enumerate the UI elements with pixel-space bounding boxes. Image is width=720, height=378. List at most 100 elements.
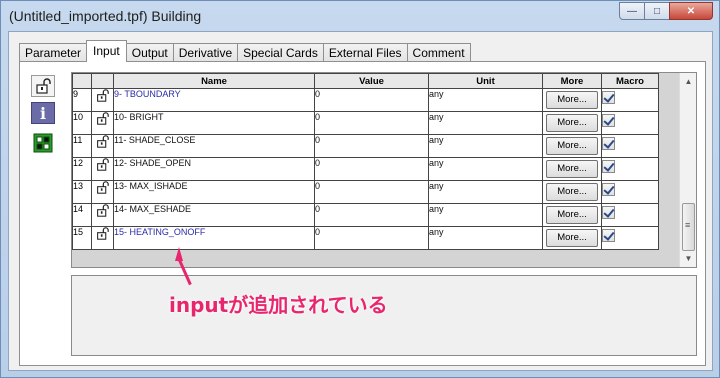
name-cell[interactable]: 13- MAX_ISHADE [113, 180, 315, 204]
macro-cell [601, 88, 659, 112]
macro-cell [601, 111, 659, 135]
more-button[interactable]: More... [546, 183, 598, 201]
macro-checkbox[interactable] [602, 91, 615, 104]
header-unit[interactable]: Unit [428, 73, 543, 89]
macro-checkbox[interactable] [602, 114, 615, 127]
more-cell: More... [542, 88, 602, 112]
more-button[interactable]: More... [546, 91, 598, 109]
table-row[interactable]: 13 13- MAX_ISHADE 0 any More... [72, 180, 659, 204]
unit-cell[interactable]: any [428, 111, 543, 135]
unit-cell[interactable]: any [428, 88, 543, 112]
maximize-button[interactable]: □ [644, 2, 670, 20]
more-cell: More... [542, 157, 602, 181]
row-lock-icon[interactable] [91, 226, 114, 250]
row-lock-icon[interactable] [91, 203, 114, 227]
table-row[interactable]: 12 12- SHADE_OPEN 0 any More... [72, 157, 659, 181]
macro-cell [601, 134, 659, 158]
row-lock-icon[interactable] [91, 134, 114, 158]
table-header-row: Name Value Unit More Macro [72, 73, 659, 89]
input-table: Name Value Unit More Macro 9 9- TBOUNDARY… [72, 73, 659, 250]
header-rownum [72, 73, 92, 89]
row-number: 11 [72, 134, 92, 158]
header-macro[interactable]: Macro [601, 73, 659, 89]
macro-checkbox[interactable] [602, 137, 615, 150]
scroll-thumb[interactable] [682, 203, 695, 251]
tab-derivative[interactable]: Derivative [172, 43, 239, 62]
close-button[interactable]: ✕ [669, 2, 713, 20]
row-number: 14 [72, 203, 92, 227]
table-row[interactable]: 14 14- MAX_ESHADE 0 any More... [72, 203, 659, 227]
scroll-down-arrow-icon[interactable]: ▼ [680, 250, 696, 267]
row-lock-icon[interactable] [91, 111, 114, 135]
table-row[interactable]: 11 11- SHADE_CLOSE 0 any More... [72, 134, 659, 158]
macro-cell [601, 226, 659, 250]
value-cell[interactable]: 0 [314, 88, 429, 112]
scroll-up-arrow-icon[interactable]: ▲ [680, 73, 696, 90]
value-cell[interactable]: 0 [314, 111, 429, 135]
header-value[interactable]: Value [314, 73, 429, 89]
unit-cell[interactable]: any [428, 157, 543, 181]
close-icon: ✕ [686, 5, 696, 17]
unit-cell[interactable]: any [428, 180, 543, 204]
table-row[interactable]: 10 10- BRIGHT 0 any More... [72, 111, 659, 135]
name-cell[interactable]: 12- SHADE_OPEN [113, 157, 315, 181]
more-button[interactable]: More... [546, 114, 598, 132]
table-row[interactable]: 9 9- TBOUNDARY 0 any More... [72, 88, 659, 112]
header-more[interactable]: More [542, 73, 602, 89]
row-number: 12 [72, 157, 92, 181]
more-cell: More... [542, 226, 602, 250]
macro-checkbox[interactable] [602, 183, 615, 196]
more-cell: More... [542, 180, 602, 204]
name-cell[interactable]: 9- TBOUNDARY [113, 88, 315, 112]
lock-icon[interactable] [31, 75, 55, 97]
more-button[interactable]: More... [546, 229, 598, 247]
tab-input[interactable]: Input [86, 40, 127, 62]
annotation-label: inputが追加されている [169, 293, 388, 317]
row-lock-icon[interactable] [91, 157, 114, 181]
vertical-scrollbar[interactable]: ▲ ▼ [679, 73, 696, 267]
tab-external-files[interactable]: External Files [322, 43, 408, 62]
tab-parameter[interactable]: Parameter [19, 43, 88, 62]
macro-checkbox[interactable] [602, 206, 615, 219]
unit-cell[interactable]: any [428, 203, 543, 227]
more-button[interactable]: More... [546, 137, 598, 155]
unit-cell[interactable]: any [428, 226, 543, 250]
more-button[interactable]: More... [546, 206, 598, 224]
tab-output[interactable]: Output [125, 43, 174, 62]
tab-comment[interactable]: Comment [406, 43, 471, 62]
tab-special-cards[interactable]: Special Cards [237, 43, 324, 62]
macro-checkbox[interactable] [602, 160, 615, 173]
row-lock-icon[interactable] [91, 88, 114, 112]
tab-strip: Parameter Input Output Derivative Specia… [19, 40, 471, 62]
value-cell[interactable]: 0 [314, 203, 429, 227]
more-cell: More... [542, 134, 602, 158]
name-cell[interactable]: 10- BRIGHT [113, 111, 315, 135]
header-lock [91, 73, 114, 89]
unit-cell[interactable]: any [428, 134, 543, 158]
more-button[interactable]: More... [546, 160, 598, 178]
value-cell[interactable]: 0 [314, 157, 429, 181]
more-cell: More... [542, 111, 602, 135]
value-cell[interactable]: 0 [314, 180, 429, 204]
name-cell[interactable]: 11- SHADE_CLOSE [113, 134, 315, 158]
value-cell[interactable]: 0 [314, 226, 429, 250]
macro-cell [601, 157, 659, 181]
title-bar[interactable]: (Untitled_imported.tpf) Building — □ ✕ [1, 1, 719, 31]
value-cell[interactable]: 0 [314, 134, 429, 158]
table-row[interactable]: 15 15- HEATING_ONOFF 0 any More... [72, 226, 659, 250]
info-icon[interactable]: i [31, 102, 55, 124]
row-lock-icon[interactable] [91, 180, 114, 204]
name-cell[interactable]: 15- HEATING_ONOFF [113, 226, 315, 250]
macro-checkbox[interactable] [602, 229, 615, 242]
app-window: (Untitled_imported.tpf) Building — □ ✕ P… [0, 0, 720, 378]
row-number: 13 [72, 180, 92, 204]
chip-icon[interactable] [31, 132, 55, 154]
macro-cell [601, 203, 659, 227]
header-name[interactable]: Name [113, 73, 315, 89]
macro-cell [601, 180, 659, 204]
row-number: 10 [72, 111, 92, 135]
minimize-button[interactable]: — [619, 2, 645, 20]
row-number: 9 [72, 88, 92, 112]
name-cell[interactable]: 14- MAX_ESHADE [113, 203, 315, 227]
table-body: 9 9- TBOUNDARY 0 any More... 10 10- BRIGHT 0 any… [72, 88, 659, 250]
